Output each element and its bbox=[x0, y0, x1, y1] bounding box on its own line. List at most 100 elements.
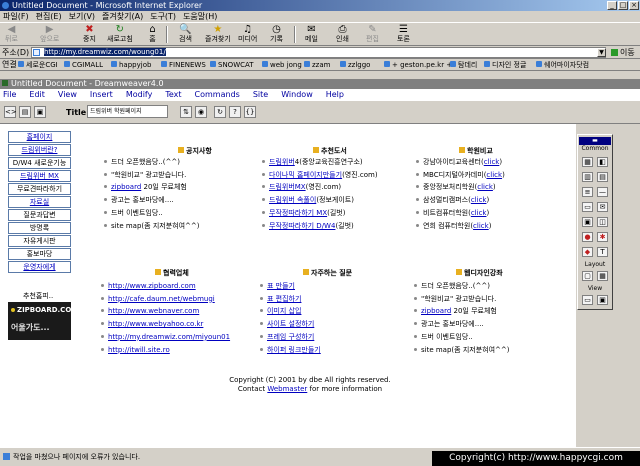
nav-guestbook[interactable]: 방명록 bbox=[8, 222, 71, 234]
link-item[interactable]: zzam bbox=[304, 59, 330, 70]
code-navigation-icon[interactable]: {} bbox=[244, 106, 256, 118]
link-item[interactable]: happyjob bbox=[111, 59, 151, 70]
panel-common-tab[interactable]: Common bbox=[579, 145, 611, 153]
edit-button[interactable]: ✎ 편집 bbox=[365, 24, 380, 45]
address-dropdown-icon[interactable]: ▼ bbox=[597, 48, 606, 57]
insert-rollover-icon[interactable]: ◧ bbox=[597, 157, 608, 167]
reference-icon[interactable]: ? bbox=[229, 106, 241, 118]
insert-flash-text-icon[interactable]: T bbox=[597, 247, 608, 257]
insert-layer-icon[interactable]: ▭ bbox=[582, 202, 593, 212]
dw-menu-edit[interactable]: Edit bbox=[29, 89, 45, 101]
nav-dreamweaver-mx[interactable]: 드림위버 MX bbox=[8, 170, 71, 182]
maximize-button[interactable]: □ bbox=[618, 1, 628, 10]
code-view-icon[interactable]: <> bbox=[4, 106, 17, 118]
dw-menu-view[interactable]: View bbox=[58, 89, 77, 101]
media-button[interactable]: ♫ 미디어 bbox=[238, 24, 257, 45]
click-link[interactable]: click bbox=[486, 171, 502, 179]
insert-flash-button-icon[interactable]: ◆ bbox=[582, 247, 593, 257]
dw-menu-site[interactable]: Site bbox=[253, 89, 268, 101]
dw-menu-insert[interactable]: Insert bbox=[90, 89, 113, 101]
history-button[interactable]: ◷ 기록 bbox=[269, 24, 284, 45]
insert-tabular-data-icon[interactable]: ▤ bbox=[597, 172, 608, 182]
close-button[interactable]: × bbox=[629, 1, 639, 10]
insert-server-include-icon[interactable]: ◫ bbox=[597, 217, 608, 227]
stop-button[interactable]: ✖ 중지 bbox=[82, 24, 97, 45]
nav-home[interactable]: 홈페이지 bbox=[8, 131, 71, 143]
nav-tutorial[interactable]: 무료견따라하기 bbox=[8, 183, 71, 195]
nav-qna[interactable]: 질문과답변 bbox=[8, 209, 71, 221]
dw-menu-commands[interactable]: Commands bbox=[195, 89, 240, 101]
link-item[interactable]: 탐데리 bbox=[450, 59, 477, 70]
menu-view[interactable]: 보기(V) bbox=[69, 11, 95, 22]
draw-layout-cell-icon[interactable]: ▢ bbox=[582, 271, 593, 281]
back-button[interactable]: ◀ 뒤로 bbox=[4, 24, 19, 45]
click-link[interactable]: click bbox=[484, 158, 500, 166]
forward-button[interactable]: ▶ 앞으로 bbox=[40, 24, 59, 45]
draw-layout-table-icon[interactable]: ▦ bbox=[597, 271, 608, 281]
webmaster-link[interactable]: Webmaster bbox=[267, 385, 307, 393]
link-item[interactable]: FINENEWS bbox=[161, 59, 206, 70]
search-button[interactable]: 🔍 검색 bbox=[178, 24, 193, 45]
zipboard-link[interactable]: zipboard bbox=[111, 183, 141, 191]
split-view-icon[interactable]: ▤ bbox=[19, 106, 31, 118]
insert-nav-bar-icon[interactable]: ≡ bbox=[582, 187, 593, 197]
click-link[interactable]: click bbox=[471, 209, 487, 217]
link-item[interactable]: 디자인 정글 bbox=[484, 59, 526, 70]
refresh-button[interactable]: ↻ 새로고침 bbox=[107, 24, 133, 45]
address-input[interactable]: http://my.dreamwiz.com/woung01/ bbox=[31, 47, 606, 58]
layout-view-icon[interactable]: ▣ bbox=[597, 295, 608, 305]
link-item[interactable]: 쉐어마이자닷컴 bbox=[536, 59, 589, 70]
preview-icon[interactable]: ◉ bbox=[195, 106, 207, 118]
minimize-button[interactable]: _ bbox=[607, 1, 617, 10]
design-list: 드더 오픈했음당..(^^) "학원비교" 광고받습니다. zipboard 2… bbox=[414, 280, 509, 356]
nav-downloads[interactable]: 자료실 bbox=[8, 196, 71, 208]
dw-title-input[interactable]: 드림위버 학원페이지 bbox=[87, 105, 168, 118]
insert-rule-icon[interactable]: — bbox=[597, 187, 608, 197]
zipboard-link[interactable]: zipboard bbox=[421, 307, 451, 315]
nav-free-board[interactable]: 자유게시판 bbox=[8, 235, 71, 247]
link-item[interactable]: web jong bbox=[262, 59, 302, 70]
nav-about-dreamweaver[interactable]: 드림위버란? bbox=[8, 144, 71, 156]
file-management-icon[interactable]: ⇅ bbox=[180, 106, 192, 118]
standard-view-icon[interactable]: ▭ bbox=[582, 295, 593, 305]
link-item[interactable]: CGIMALL bbox=[64, 59, 103, 70]
menu-favorites[interactable]: 즐겨찾기(A) bbox=[102, 11, 143, 22]
go-button[interactable]: 이동 bbox=[611, 47, 635, 58]
insert-email-icon[interactable]: ✉ bbox=[597, 202, 608, 212]
link-item[interactable]: + geston.pe.kr + bbox=[384, 59, 452, 70]
nav-contact-admin[interactable]: 운영자에게 bbox=[8, 261, 71, 273]
click-link[interactable]: click bbox=[477, 183, 493, 191]
warning-icon bbox=[3, 453, 10, 460]
insert-shockwave-icon[interactable]: ✱ bbox=[597, 232, 608, 242]
menu-edit[interactable]: 편집(E) bbox=[36, 11, 62, 22]
design-title: 웹디자인강좌 bbox=[456, 268, 503, 278]
link-item[interactable]: zzlggo bbox=[340, 59, 370, 70]
click-link[interactable]: click bbox=[471, 196, 487, 204]
mail-button[interactable]: ✉ 메일 bbox=[304, 24, 319, 45]
dw-menu-text[interactable]: Text bbox=[165, 89, 181, 101]
insert-table-icon[interactable]: ▥ bbox=[582, 172, 593, 182]
menu-tools[interactable]: 도구(T) bbox=[150, 11, 176, 22]
link-item[interactable]: 세로운CGI bbox=[18, 59, 58, 70]
dw-menu-modify[interactable]: Modify bbox=[126, 89, 153, 101]
refresh-design-icon[interactable]: ↻ bbox=[214, 106, 226, 118]
favorites-button[interactable]: ★ 즐겨찾기 bbox=[205, 24, 231, 45]
dw-menu-file[interactable]: File bbox=[3, 89, 16, 101]
discuss-button[interactable]: ☰ 토론 bbox=[396, 24, 411, 45]
dw-menu-help[interactable]: Help bbox=[326, 89, 344, 101]
print-button[interactable]: ⎙ 인쇄 bbox=[335, 24, 350, 45]
home-button[interactable]: ⌂ 홈 bbox=[145, 24, 160, 45]
partner-label: 추천홈피.. bbox=[23, 292, 54, 300]
nav-promotion[interactable]: 홍보마당 bbox=[8, 248, 71, 260]
menu-file[interactable]: 파일(F) bbox=[3, 11, 29, 22]
link-item[interactable]: SNOWCAT bbox=[210, 59, 254, 70]
insert-date-icon[interactable]: ▣ bbox=[582, 217, 593, 227]
design-view-icon[interactable]: ▣ bbox=[34, 106, 46, 118]
menu-help[interactable]: 도움말(H) bbox=[183, 11, 217, 22]
dw-menu-window[interactable]: Window bbox=[281, 89, 313, 101]
insert-flash-icon[interactable]: ● bbox=[582, 232, 593, 242]
click-link[interactable]: click bbox=[473, 222, 489, 230]
zipboard-banner[interactable]: ZIPBOARD.COM 어울가도... bbox=[8, 302, 71, 340]
insert-image-icon[interactable]: ▦ bbox=[582, 157, 593, 167]
nav-dw4-features[interactable]: D/W4 새로운기능 bbox=[8, 157, 71, 169]
